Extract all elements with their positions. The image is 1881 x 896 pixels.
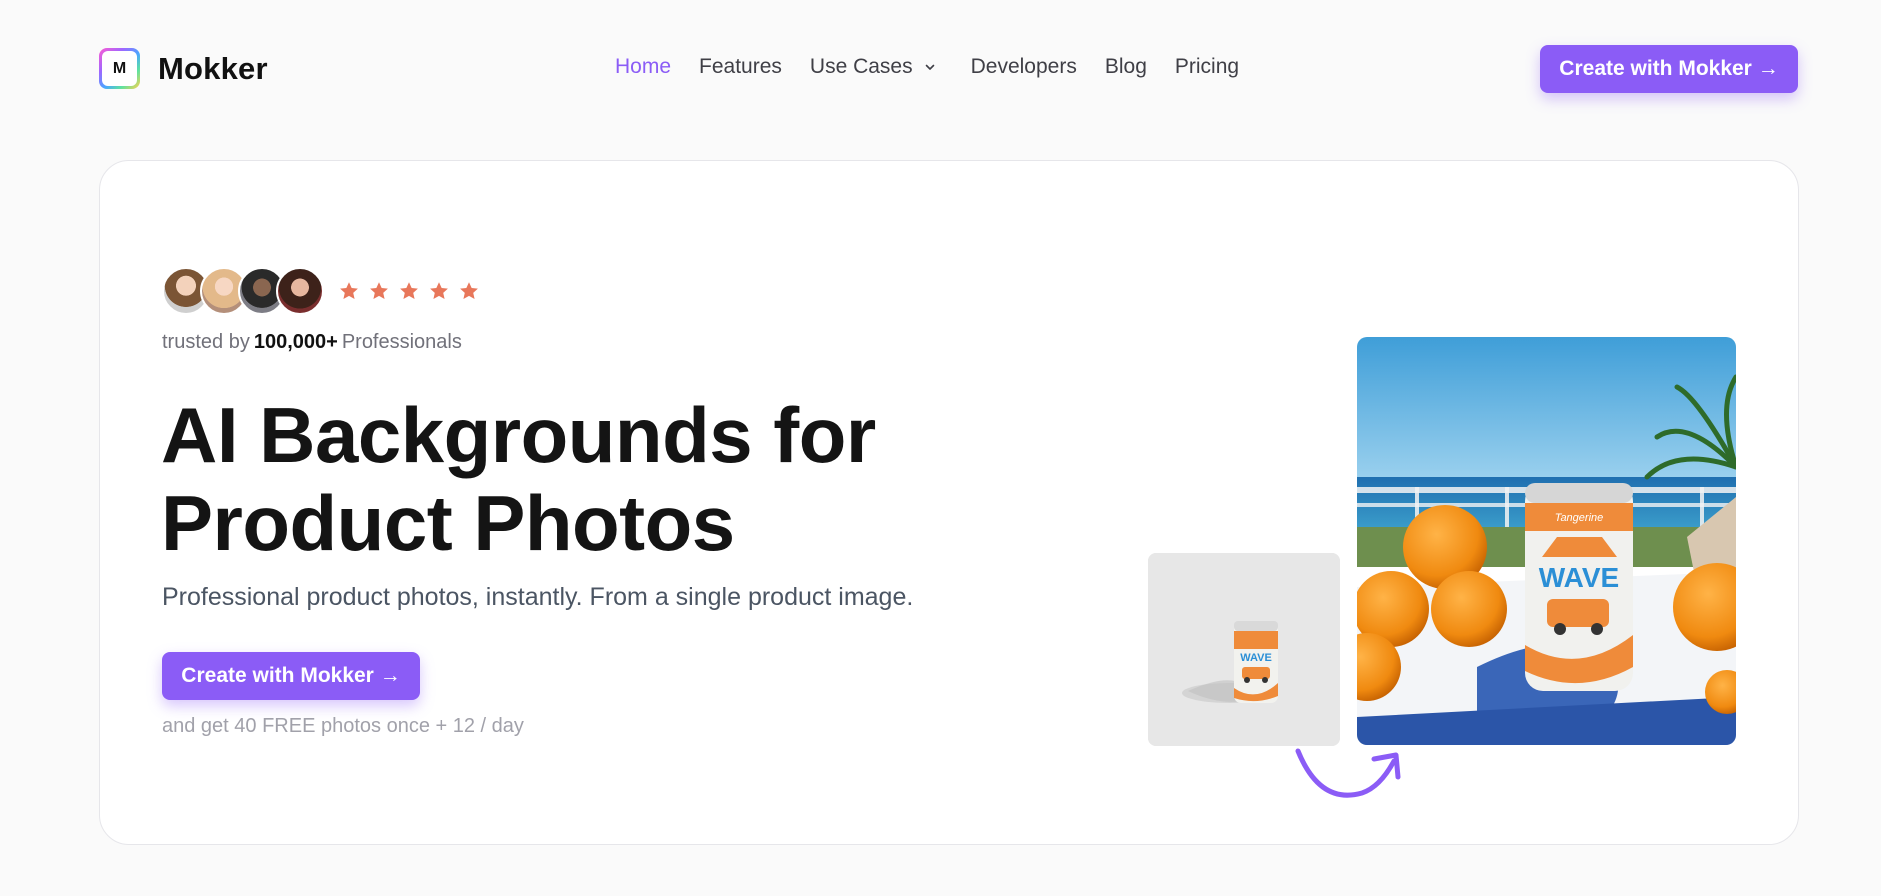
nav-pricing-label: Pricing [1174, 55, 1240, 78]
logo-icon: M [99, 48, 140, 89]
product-image-after: Tangerine WAVE [1357, 337, 1736, 745]
main-nav: Home Features Use Cases Developers Blog … [615, 55, 1267, 79]
star-icon [340, 282, 358, 299]
trusted-count: 100,000+ [253, 331, 338, 353]
testimonial-avatars [162, 267, 480, 315]
header-cta-button[interactable]: Create with Mokker → [1540, 45, 1798, 93]
headline-line-2-wrap: Product Photos [161, 479, 735, 572]
hero-subheadline: Professional product photos, instantly. … [162, 583, 914, 611]
star-icon [370, 282, 388, 299]
nav-features[interactable]: Features [699, 55, 782, 79]
nav-home[interactable]: Home [615, 55, 671, 79]
star-icon [460, 282, 478, 299]
hero-headline: AI Backgrounds for Product Photos [161, 391, 876, 572]
hero-card: trusted by 100,000+ Professionals AI Backg… [99, 160, 1799, 845]
brand-name: Mokker [158, 50, 268, 86]
chevron-down-icon [925, 64, 934, 70]
trusted-by-text: trusted by 100,000+ Professionals [162, 331, 462, 354]
nav-blog-label: Blog [1104, 55, 1147, 78]
svg-text:WAVE: WAVE [1240, 652, 1272, 664]
avatar [276, 267, 324, 315]
headline-line-2: Product Photos [161, 479, 735, 567]
nav-features-label: Features [699, 55, 782, 78]
hero-cta-button[interactable]: Create with Mokker → [162, 652, 420, 700]
nav-blog[interactable]: Blog [1105, 55, 1147, 79]
can-on-grey-illustration: WAVE [1148, 553, 1340, 746]
nav-developers[interactable]: Developers [971, 55, 1077, 79]
nav-home-label: Home [615, 55, 672, 78]
nav-developers-label: Developers [970, 55, 1077, 78]
headline-line-1: AI Backgrounds for [161, 391, 876, 479]
rating-stars [338, 280, 480, 302]
transform-arrow-icon [1295, 748, 1401, 798]
beach-scene-illustration: Tangerine WAVE [1357, 337, 1736, 745]
logo-letter: M [102, 51, 137, 86]
site-header: M Mokker Home Features Use Cases Develop… [0, 0, 1881, 140]
nav-pricing[interactable]: Pricing [1175, 55, 1239, 79]
trusted-suffix: Professionals [341, 331, 462, 353]
product-image-before: WAVE [1148, 553, 1340, 746]
svg-text:WAVE: WAVE [1539, 562, 1619, 593]
nav-use-cases[interactable]: Use Cases [810, 55, 937, 79]
nav-use-cases-label: Use Cases [809, 55, 913, 78]
star-icon [400, 282, 418, 299]
star-icon [430, 282, 448, 299]
brand-logo[interactable]: M Mokker [99, 48, 268, 89]
trusted-prefix: trusted by [162, 331, 250, 353]
free-photos-note: and get 40 FREE photos once + 12 / day [162, 715, 524, 737]
svg-text:Tangerine: Tangerine [1555, 512, 1604, 524]
